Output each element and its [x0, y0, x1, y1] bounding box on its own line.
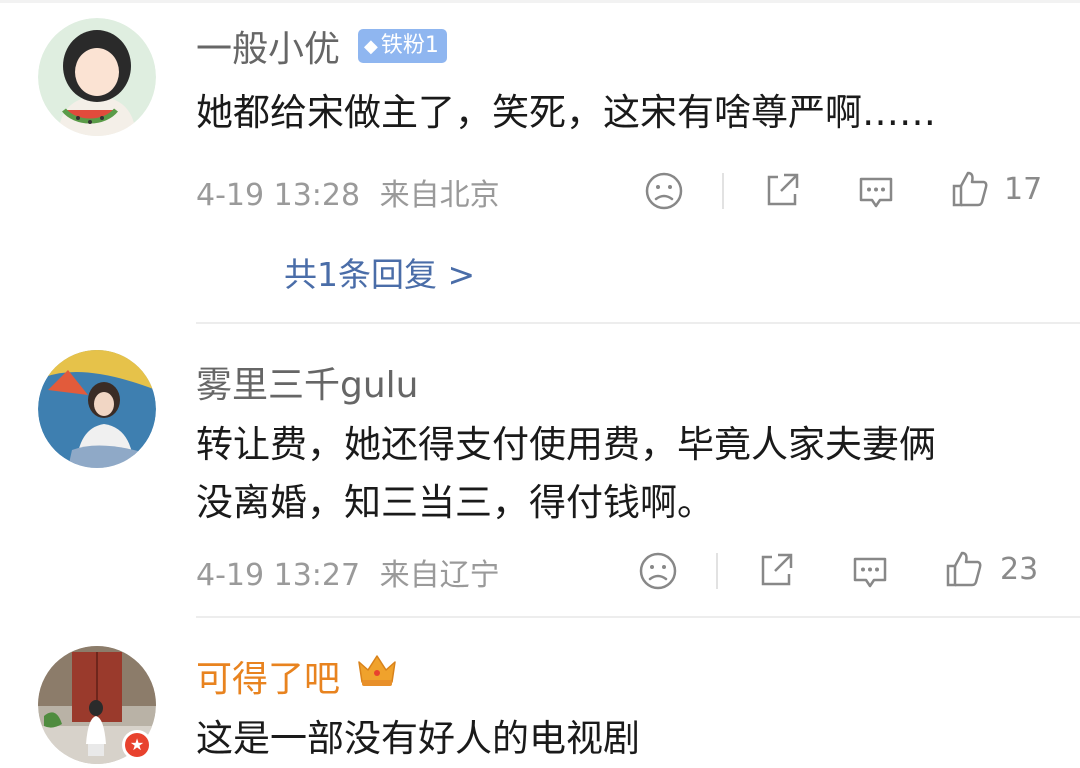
comment-icon[interactable] — [856, 171, 896, 211]
comment-item: 雾里三千gulu 转让费，她还得支付使用费，毕竟人家夫妻俩 没离婚，知三当三，得… — [0, 324, 1080, 618]
comment-text-line: 转让费，她还得支付使用费，毕竟人家夫妻俩 — [196, 423, 936, 466]
location: 来自北京 — [379, 178, 500, 213]
sad-face-icon[interactable] — [638, 551, 678, 591]
comment-icon[interactable] — [850, 551, 890, 591]
action-separator — [722, 173, 724, 209]
comment-text: 转让费，她还得支付使用费，毕竟人家夫妻俩 没离婚，知三当三，得付钱啊。 — [196, 416, 936, 532]
fan-badge[interactable]: ◆ 铁粉1 — [358, 29, 447, 63]
comment-text: 这是一部没有好人的电视剧 — [196, 710, 640, 768]
avatar[interactable] — [38, 18, 156, 136]
comment-meta: 4-19 13:28 来自北京 — [196, 170, 500, 214]
avatar[interactable] — [38, 350, 156, 468]
diamond-icon: ◆ — [364, 36, 378, 57]
comment-text-line: 这是一部没有好人的电视剧 — [196, 717, 640, 760]
sad-face-icon[interactable] — [644, 171, 684, 211]
username[interactable]: 可得了吧 — [196, 650, 340, 702]
comment-text-line: 没离婚，知三当三，得付钱啊。 — [196, 481, 714, 524]
action-separator — [716, 553, 718, 589]
comment-text-line: 她都给宋做主了，笑死，这宋有啥尊严啊…… — [196, 91, 936, 134]
comment-item: ★ 可得了吧 这是一部没有好人的电视剧 — [0, 618, 1080, 764]
timestamp: 4-19 13:28 — [196, 178, 361, 213]
share-icon[interactable] — [762, 170, 802, 210]
username[interactable]: 雾里三千gulu — [196, 356, 419, 408]
thumb-up-icon[interactable] — [950, 169, 990, 209]
view-replies-link[interactable]: 共1条回复 > — [284, 248, 475, 296]
verified-star-icon: ★ — [122, 730, 152, 760]
username[interactable]: 一般小优 — [196, 20, 340, 72]
thumb-up-icon[interactable] — [944, 549, 984, 589]
like-count: 23 — [1000, 552, 1039, 587]
crown-icon — [356, 652, 398, 688]
location: 来自辽宁 — [379, 558, 500, 593]
comment-item: 一般小优 ◆ 铁粉1 她都给宋做主了，笑死，这宋有啥尊严啊…… 4-19 13:2… — [0, 0, 1080, 324]
timestamp: 4-19 13:27 — [196, 558, 361, 593]
share-icon[interactable] — [756, 550, 796, 590]
comment-text: 她都给宋做主了，笑死，这宋有啥尊严啊…… — [196, 84, 936, 142]
badge-label: 铁粉1 — [380, 33, 439, 58]
like-count: 17 — [1004, 172, 1043, 207]
comment-meta: 4-19 13:27 来自辽宁 — [196, 550, 500, 594]
